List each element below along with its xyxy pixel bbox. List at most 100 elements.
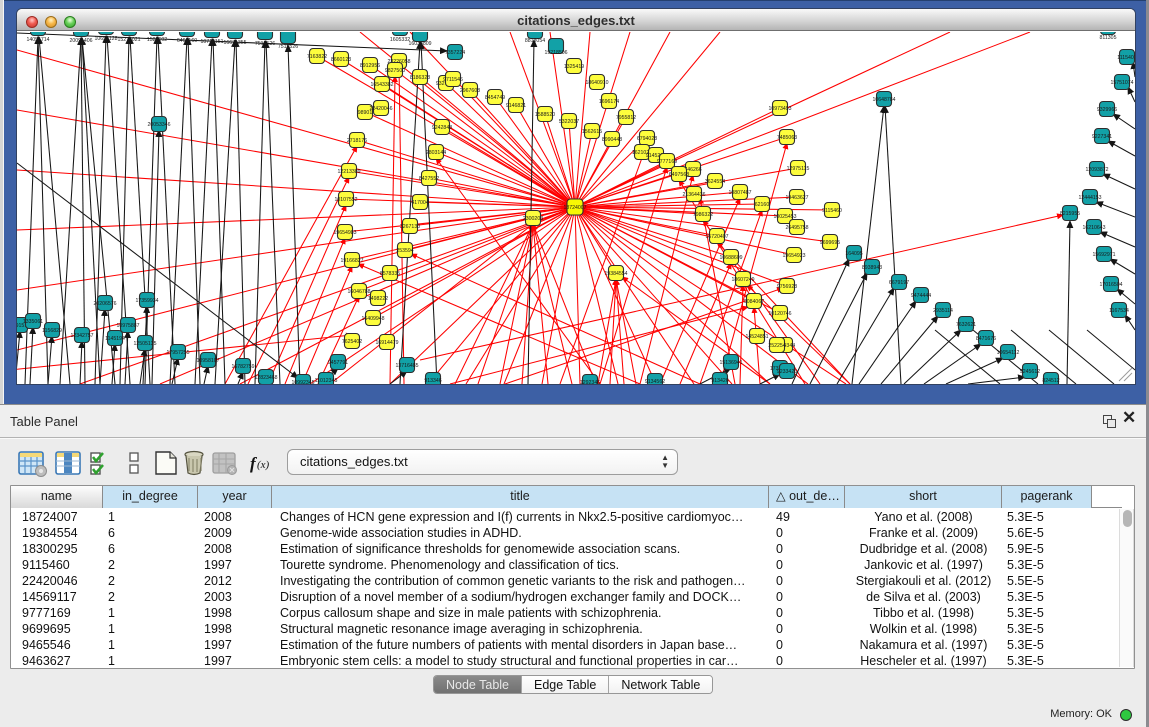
svg-text:10992345: 10992345 [291, 380, 314, 384]
svg-text:6497568: 6497568 [669, 172, 689, 178]
svg-text:26495758: 26495758 [785, 225, 808, 231]
svg-text:2718176: 2718176 [347, 138, 367, 144]
svg-text:19218506: 19218506 [544, 50, 567, 56]
svg-text:5322037: 5322037 [559, 119, 579, 125]
svg-text:1325419: 1325419 [564, 64, 584, 70]
svg-text:16782759: 16782759 [231, 364, 254, 370]
svg-text:20206576: 20206576 [93, 301, 116, 307]
svg-text:22420046: 22420046 [369, 106, 392, 112]
svg-text:2935114: 2935114 [933, 308, 953, 314]
svg-text:15276021: 15276021 [117, 37, 140, 43]
svg-text:8990448: 8990448 [602, 137, 622, 143]
svg-text:17359934: 17359934 [135, 298, 158, 304]
svg-text:9711546: 9711546 [443, 77, 463, 83]
svg-text:62160: 62160 [755, 202, 770, 208]
svg-text:6466160: 6466160 [177, 38, 197, 44]
svg-text:10107552: 10107552 [334, 197, 357, 203]
svg-text:10807487: 10807487 [728, 190, 751, 196]
svg-text:7986322: 7986322 [693, 212, 713, 218]
svg-text:8813054: 8813054 [525, 38, 545, 44]
svg-text:1498222: 1498222 [368, 296, 388, 302]
svg-text:1145194: 1145194 [105, 336, 125, 342]
svg-text:9457791: 9457791 [328, 360, 348, 366]
svg-text:9233426: 9233426 [777, 369, 797, 375]
svg-text:10688609: 10688609 [719, 255, 742, 261]
svg-text:14524851: 14524851 [745, 334, 768, 340]
svg-text:12342757: 12342757 [70, 333, 93, 339]
svg-text:16671355: 16671355 [223, 40, 246, 46]
svg-text:20053346: 20053346 [147, 122, 170, 128]
svg-text:10654112: 10654112 [997, 350, 1020, 356]
svg-text:19463627: 19463627 [785, 195, 808, 201]
svg-text:16543382: 16543382 [370, 82, 393, 88]
svg-text:8215955: 8215955 [1060, 211, 1080, 217]
svg-text:16914479: 16914479 [375, 340, 398, 346]
svg-text:1696174: 1696174 [599, 99, 619, 105]
svg-text:3267130: 3267130 [400, 224, 420, 230]
svg-text:15692971: 15692971 [1092, 252, 1115, 258]
svg-text:7357224: 7357224 [445, 50, 465, 56]
svg-text:252254: 252254 [768, 343, 785, 349]
svg-text:10958107: 10958107 [196, 358, 219, 364]
svg-text:1527602: 1527602 [147, 37, 167, 43]
svg-text:9146821: 9146821 [506, 103, 526, 109]
svg-text:9777169: 9777169 [657, 159, 677, 165]
svg-text:1605332: 1605332 [390, 37, 410, 43]
svg-text:6794028: 6794028 [637, 136, 657, 142]
svg-text:9245612: 9245612 [1020, 369, 1040, 375]
svg-text:19654923: 19654923 [782, 253, 805, 259]
svg-text:(x): (x) [257, 459, 270, 471]
svg-text:12823468: 12823468 [254, 375, 277, 381]
svg-text:8186328: 8186328 [410, 75, 430, 81]
svg-text:12505135: 12505135 [133, 341, 156, 347]
svg-text:16033809: 16033809 [408, 41, 431, 47]
svg-text:9756928: 9756928 [777, 284, 797, 290]
svg-text:18607249: 18607249 [731, 277, 754, 283]
svg-text:7632621: 7632621 [956, 322, 976, 328]
svg-text:2803144: 2803144 [426, 150, 446, 156]
svg-text:12213389: 12213389 [337, 169, 360, 175]
svg-text:824512: 824512 [1042, 378, 1059, 384]
svg-text:18724007: 18724007 [563, 205, 586, 211]
svg-text:9134562: 9134562 [645, 379, 665, 384]
svg-text:164095: 164095 [845, 251, 862, 257]
svg-text:15136941: 15136941 [719, 360, 742, 366]
svg-text:11012345: 11012345 [315, 378, 338, 384]
svg-text:1292346: 1292346 [580, 380, 600, 384]
svg-text:8660123: 8660123 [331, 57, 351, 63]
svg-text:16046788: 16046788 [347, 289, 370, 295]
svg-text:9474444: 9474444 [911, 293, 931, 299]
svg-text:10120746: 10120746 [768, 311, 791, 317]
svg-text:6679197: 6679197 [889, 280, 909, 286]
svg-text:7955812: 7955812 [616, 115, 636, 121]
svg-text:17957255: 17957255 [166, 350, 189, 356]
svg-text:7163822: 7163822 [307, 54, 327, 60]
svg-text:2967608: 2967608 [460, 88, 480, 94]
svg-text:9699695: 9699695 [820, 240, 840, 246]
svg-text:253594: 253594 [396, 248, 413, 254]
svg-text:20091406: 20091406 [69, 38, 92, 44]
svg-text:19166827: 19166827 [340, 258, 363, 264]
svg-text:2300203: 2300203 [523, 216, 543, 222]
svg-text:9084067: 9084067 [744, 299, 764, 305]
svg-text:8912956: 8912956 [360, 63, 380, 69]
svg-text:13716485: 13716485 [395, 363, 418, 369]
svg-text:1156829: 1156829 [42, 328, 62, 334]
svg-text:19384554: 19384554 [604, 271, 627, 277]
svg-text:3624554: 3624554 [705, 179, 725, 185]
svg-text:15751074: 15751074 [1110, 80, 1133, 86]
svg-text:8578335: 8578335 [380, 271, 400, 277]
svg-text:12444153: 12444153 [1078, 195, 1101, 201]
svg-text:10653128: 10653128 [94, 36, 117, 42]
svg-text:1167534: 1167534 [1109, 308, 1129, 314]
svg-text:21364436: 21364436 [682, 192, 705, 198]
svg-text:811305: 811305 [1100, 35, 1117, 41]
svg-text:913346: 913346 [424, 378, 441, 384]
svg-text:7625402: 7625402 [342, 339, 362, 345]
svg-text:8938943: 8938943 [862, 265, 882, 271]
svg-text:8471676: 8471676 [976, 336, 996, 342]
svg-text:9115460: 9115460 [822, 208, 842, 214]
svg-text:18640910: 18640910 [585, 80, 608, 86]
svg-text:8454749: 8454749 [485, 95, 505, 101]
svg-text:10975887: 10975887 [116, 323, 139, 329]
